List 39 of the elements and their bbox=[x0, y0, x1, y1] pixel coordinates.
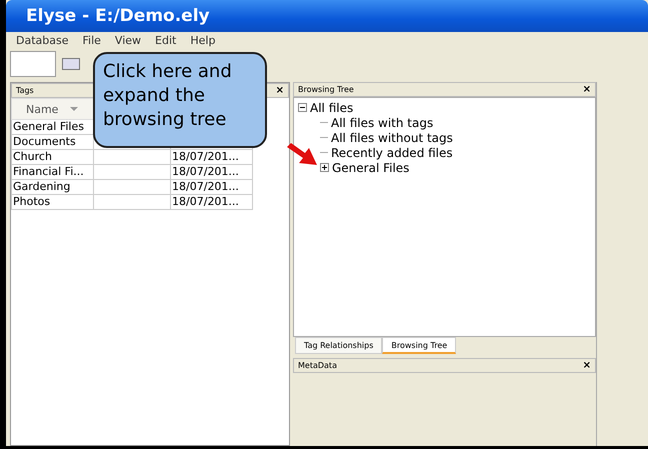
menu-item[interactable]: View bbox=[114, 34, 142, 47]
table-cell: Gardening bbox=[12, 180, 94, 194]
toolbar-icon[interactable] bbox=[62, 58, 80, 70]
table-cell: Church bbox=[12, 150, 94, 164]
collapse-icon[interactable] bbox=[298, 103, 307, 112]
table-cell: Photos bbox=[12, 194, 94, 210]
callout-tooltip: Click here and expand the browsing tree bbox=[93, 52, 267, 148]
close-button[interactable]: × bbox=[582, 360, 591, 371]
table-cell: 18/07/201... bbox=[170, 150, 252, 164]
table-cell: Financial Fi... bbox=[12, 164, 94, 180]
close-button[interactable]: × bbox=[276, 85, 284, 96]
table-cell: Documents bbox=[12, 134, 94, 150]
tree-item[interactable]: All files without tags bbox=[331, 130, 453, 144]
menu-item[interactable]: Edit bbox=[155, 34, 176, 47]
tree-line bbox=[320, 152, 328, 153]
tree-line bbox=[320, 137, 328, 138]
tab[interactable]: Tag Relationships bbox=[295, 337, 382, 354]
tree-item[interactable]: All files with tags bbox=[331, 116, 434, 130]
panel-title: Tags bbox=[16, 86, 34, 95]
tree-item[interactable]: Recently added files bbox=[331, 146, 453, 160]
tab[interactable]: Browsing Tree bbox=[382, 337, 456, 354]
column-header[interactable]: Name bbox=[12, 98, 94, 120]
expand-icon[interactable] bbox=[320, 163, 329, 172]
tree-line bbox=[320, 122, 328, 123]
table-cell: 18/07/201... bbox=[170, 180, 252, 194]
window-title: Elyse - E:/Demo.ely bbox=[26, 6, 210, 26]
menu-item[interactable]: Help bbox=[190, 34, 216, 47]
document-icon[interactable] bbox=[10, 51, 56, 77]
menu-item[interactable]: File bbox=[82, 34, 101, 47]
tree-item[interactable]: All files bbox=[310, 100, 354, 114]
tree-item[interactable]: General Files bbox=[332, 160, 410, 174]
arrow-icon bbox=[287, 143, 317, 165]
sort-icon bbox=[70, 107, 78, 112]
table-cell: 18/07/201... bbox=[170, 164, 252, 180]
menu-item[interactable]: Database bbox=[16, 34, 68, 47]
close-button[interactable]: × bbox=[582, 84, 591, 95]
panel-title: Browsing Tree bbox=[298, 85, 354, 94]
table-cell: 18/07/201... bbox=[170, 194, 252, 210]
panel-title: MetaData bbox=[298, 361, 337, 370]
